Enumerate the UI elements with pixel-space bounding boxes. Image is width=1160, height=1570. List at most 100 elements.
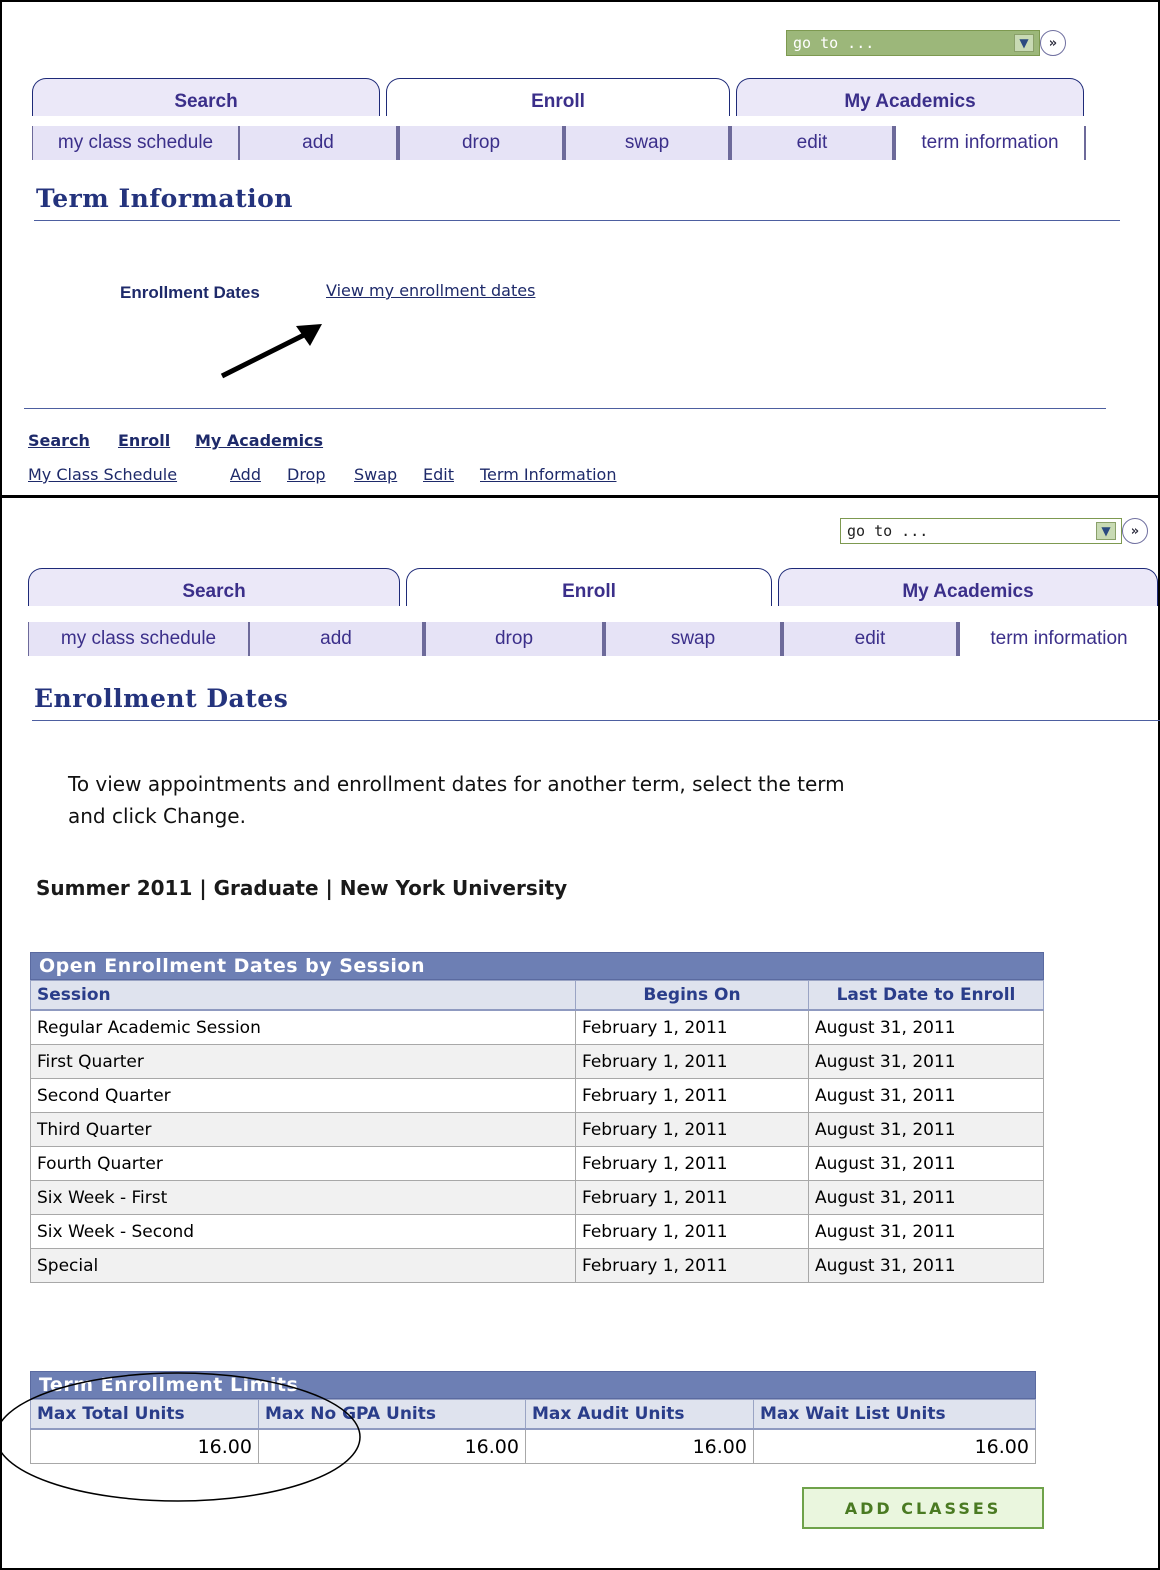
table-row: Second Quarter February 1, 2011 August 31,… — [30, 1078, 1044, 1113]
last-date-cell: August 31, 2011 — [808, 1214, 1044, 1249]
subnav-swap[interactable]: swap — [604, 622, 782, 656]
begins-on-cell: February 1, 2011 — [575, 1009, 809, 1045]
chevron-down-icon[interactable]: ▼ — [1014, 34, 1034, 52]
begins-on-cell: February 1, 2011 — [575, 1214, 809, 1249]
session-name-cell: Fourth Quarter — [30, 1146, 576, 1181]
last-date-cell: August 31, 2011 — [808, 1146, 1044, 1181]
heading-divider — [32, 720, 1160, 721]
subnav-drop[interactable]: drop — [398, 126, 564, 160]
session-name-cell: Six Week - First — [30, 1180, 576, 1215]
column-header-max-audit-units: Max Audit Units — [525, 1399, 754, 1430]
subnav-term-information[interactable]: term information — [894, 126, 1086, 160]
instructions-line-2: and click Change. — [68, 804, 246, 828]
footer-divider — [24, 408, 1106, 409]
tab-my-academics[interactable]: My Academics — [736, 78, 1084, 116]
instructions-text: To view appointments and enrollment date… — [68, 768, 845, 832]
column-header-max-no-gpa-units: Max No GPA Units — [258, 1399, 526, 1430]
begins-on-cell: February 1, 2011 — [575, 1248, 809, 1283]
table-row: Special February 1, 2011 August 31, 2011 — [30, 1248, 1044, 1283]
go-button-icon[interactable]: » — [1040, 30, 1066, 56]
go-button-icon[interactable]: » — [1122, 518, 1148, 544]
enroll-subnav: my class schedule add drop swap edit ter… — [28, 622, 1158, 656]
subnav-edit[interactable]: edit — [730, 126, 894, 160]
footer-link-my-academics[interactable]: My Academics — [195, 431, 323, 450]
term-information-panel: go to ... ▼ » Search Enroll My Academics… — [0, 0, 1160, 497]
subnav-edit[interactable]: edit — [782, 622, 958, 656]
max-total-units-value: 16.00 — [30, 1428, 259, 1464]
max-audit-units-value: 16.00 — [525, 1428, 754, 1464]
begins-on-cell: February 1, 2011 — [575, 1112, 809, 1147]
column-header-begins-on: Begins On — [575, 980, 809, 1011]
sessions-table: Open Enrollment Dates by Session Session… — [30, 952, 1044, 1283]
enrollment-dates-panel: go to ... ▼ » Search Enroll My Academics… — [0, 495, 1160, 1570]
table-row: Six Week - Second February 1, 2011 August … — [30, 1214, 1044, 1249]
footer-link-edit[interactable]: Edit — [423, 465, 454, 484]
column-header-session: Session — [30, 980, 576, 1011]
column-header-max-total-units: Max Total Units — [30, 1399, 259, 1430]
subnav-my-class-schedule[interactable]: my class schedule — [32, 126, 238, 160]
table-row: First Quarter February 1, 2011 August 31, … — [30, 1044, 1044, 1079]
enroll-subnav: my class schedule add drop swap edit ter… — [32, 126, 1086, 160]
table-row: Fourth Quarter February 1, 2011 August 31,… — [30, 1146, 1044, 1181]
last-date-cell: August 31, 2011 — [808, 1078, 1044, 1113]
last-date-cell: August 31, 2011 — [808, 1112, 1044, 1147]
session-name-cell: Regular Academic Session — [30, 1009, 576, 1045]
session-name-cell: Special — [30, 1248, 576, 1283]
view-enrollment-dates-link[interactable]: View my enrollment dates — [326, 281, 535, 300]
goto-value: go to ... — [847, 522, 929, 540]
begins-on-cell: February 1, 2011 — [575, 1180, 809, 1215]
session-name-cell: Third Quarter — [30, 1112, 576, 1147]
heading-divider — [34, 220, 1120, 221]
tab-enroll[interactable]: Enroll — [406, 568, 772, 606]
subnav-add[interactable]: add — [248, 622, 424, 656]
goto-select[interactable]: go to ... ▼ » — [840, 518, 1148, 544]
subnav-add[interactable]: add — [238, 126, 398, 160]
column-header-last-date: Last Date to Enroll — [808, 980, 1044, 1011]
chevron-down-icon[interactable]: ▼ — [1096, 522, 1116, 540]
session-name-cell: Six Week - Second — [30, 1214, 576, 1249]
tab-search[interactable]: Search — [32, 78, 380, 116]
add-classes-button[interactable]: ADD CLASSES — [802, 1487, 1044, 1529]
limits-table: Term Enrollment Limits Max Total Units M… — [30, 1371, 1036, 1464]
last-date-cell: August 31, 2011 — [808, 1009, 1044, 1045]
last-date-cell: August 31, 2011 — [808, 1248, 1044, 1283]
subnav-term-information[interactable]: term information — [958, 622, 1158, 656]
footer-link-swap[interactable]: Swap — [354, 465, 397, 484]
tab-my-academics[interactable]: My Academics — [778, 568, 1158, 606]
begins-on-cell: February 1, 2011 — [575, 1146, 809, 1181]
page-title: Term Information — [36, 184, 293, 213]
subnav-swap[interactable]: swap — [564, 126, 730, 160]
footer-link-add[interactable]: Add — [230, 465, 261, 484]
begins-on-cell: February 1, 2011 — [575, 1044, 809, 1079]
tab-bar: Search Enroll My Academics — [32, 78, 1090, 116]
footer-link-term-information[interactable]: Term Information — [480, 465, 616, 484]
table-row: Six Week - First February 1, 2011 August 3… — [30, 1180, 1044, 1215]
table-row: Third Quarter February 1, 2011 August 31, … — [30, 1112, 1044, 1147]
max-no-gpa-units-value: 16.00 — [258, 1428, 526, 1464]
subnav-drop[interactable]: drop — [424, 622, 604, 656]
tab-enroll[interactable]: Enroll — [386, 78, 730, 116]
footer-link-drop[interactable]: Drop — [287, 465, 326, 484]
session-name-cell: Second Quarter — [30, 1078, 576, 1113]
footer-link-enroll[interactable]: Enroll — [118, 431, 170, 450]
page-title: Enrollment Dates — [34, 684, 289, 713]
tab-search[interactable]: Search — [28, 568, 400, 606]
goto-field[interactable]: go to ... — [840, 518, 1122, 544]
instructions-line-1: To view appointments and enrollment date… — [68, 772, 845, 796]
goto-field[interactable]: go to ... — [786, 30, 1040, 56]
limits-table-caption: Term Enrollment Limits — [30, 1371, 1036, 1399]
last-date-cell: August 31, 2011 — [808, 1180, 1044, 1215]
last-date-cell: August 31, 2011 — [808, 1044, 1044, 1079]
term-summary: Summer 2011 | Graduate | New York Univer… — [36, 876, 568, 900]
sessions-table-caption: Open Enrollment Dates by Session — [30, 952, 1044, 980]
goto-select[interactable]: go to ... ▼ » — [786, 30, 1066, 56]
subnav-my-class-schedule[interactable]: my class schedule — [28, 622, 248, 656]
table-row: Regular Academic Session February 1, 2011… — [30, 1009, 1044, 1045]
column-header-max-wait-list-units: Max Wait List Units — [753, 1399, 1036, 1430]
footer-link-my-class-schedule[interactable]: My Class Schedule — [28, 465, 177, 484]
footer-link-search[interactable]: Search — [28, 431, 90, 450]
enrollment-dates-label: Enrollment Dates — [120, 283, 260, 302]
begins-on-cell: February 1, 2011 — [575, 1078, 809, 1113]
goto-value: go to ... — [793, 34, 875, 52]
max-wait-list-units-value: 16.00 — [753, 1428, 1036, 1464]
